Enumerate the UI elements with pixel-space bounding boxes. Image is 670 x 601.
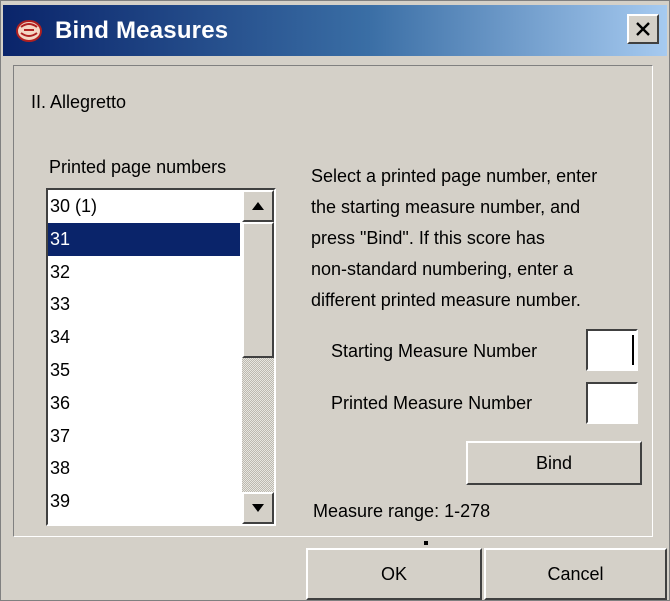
instruction-line: Select a printed page number, enter (311, 166, 598, 186)
title-bar[interactable]: Bind Measures (3, 5, 667, 56)
list-item[interactable]: 34 (48, 321, 240, 354)
measure-range-text: Measure range: 1-278 (313, 501, 491, 521)
focus-indicator (424, 541, 428, 545)
instructions-text: Select a printed page number, enter the … (311, 161, 656, 316)
instruction-line: non-standard numbering, enter a (311, 259, 574, 279)
list-item[interactable]: 32 (48, 256, 240, 289)
close-icon (636, 22, 650, 36)
printed-measure-field[interactable] (586, 382, 638, 424)
instruction-line: different printed measure number. (311, 290, 581, 310)
page-number-list[interactable]: 30 (1) 31 32 33 34 35 36 37 38 39 (46, 188, 276, 526)
list-item[interactable]: 30 (1) (48, 190, 240, 223)
instruction-line: the starting measure number, and (311, 197, 581, 217)
text-caret (632, 335, 634, 365)
list-rows: 30 (1) 31 32 33 34 35 36 37 38 39 (48, 190, 240, 518)
list-scrollbar[interactable] (242, 190, 274, 524)
instruction-line: press "Bind". If this score has (311, 228, 545, 248)
window-title: Bind Measures (55, 17, 229, 44)
list-item[interactable]: 35 (48, 354, 240, 387)
movement-label: II. Allegretto (31, 92, 127, 112)
list-label: Printed page numbers (49, 157, 227, 177)
close-button[interactable] (627, 14, 659, 44)
bind-measures-dialog: Bind Measures II. Allegretto Printed pag… (0, 0, 670, 601)
arrow-down-icon (252, 504, 264, 512)
list-item[interactable]: 36 (48, 387, 240, 420)
cancel-button[interactable]: Cancel (484, 548, 667, 600)
bind-button[interactable]: Bind (466, 441, 642, 485)
starting-measure-field[interactable] (586, 329, 638, 371)
app-icon (16, 20, 42, 42)
list-item[interactable]: 37 (48, 420, 240, 453)
scroll-up-button[interactable] (242, 190, 274, 222)
list-item[interactable]: 33 (48, 288, 240, 321)
ok-button[interactable]: OK (306, 548, 482, 600)
arrow-up-icon (252, 202, 264, 210)
printed-measure-label: Printed Measure Number (331, 393, 533, 413)
scroll-down-button[interactable] (242, 492, 274, 524)
list-item[interactable]: 39 (48, 485, 240, 518)
list-item[interactable]: 31 (48, 222, 240, 256)
starting-measure-label: Starting Measure Number (331, 341, 538, 361)
scroll-thumb[interactable] (242, 222, 274, 358)
list-item[interactable]: 38 (48, 452, 240, 485)
